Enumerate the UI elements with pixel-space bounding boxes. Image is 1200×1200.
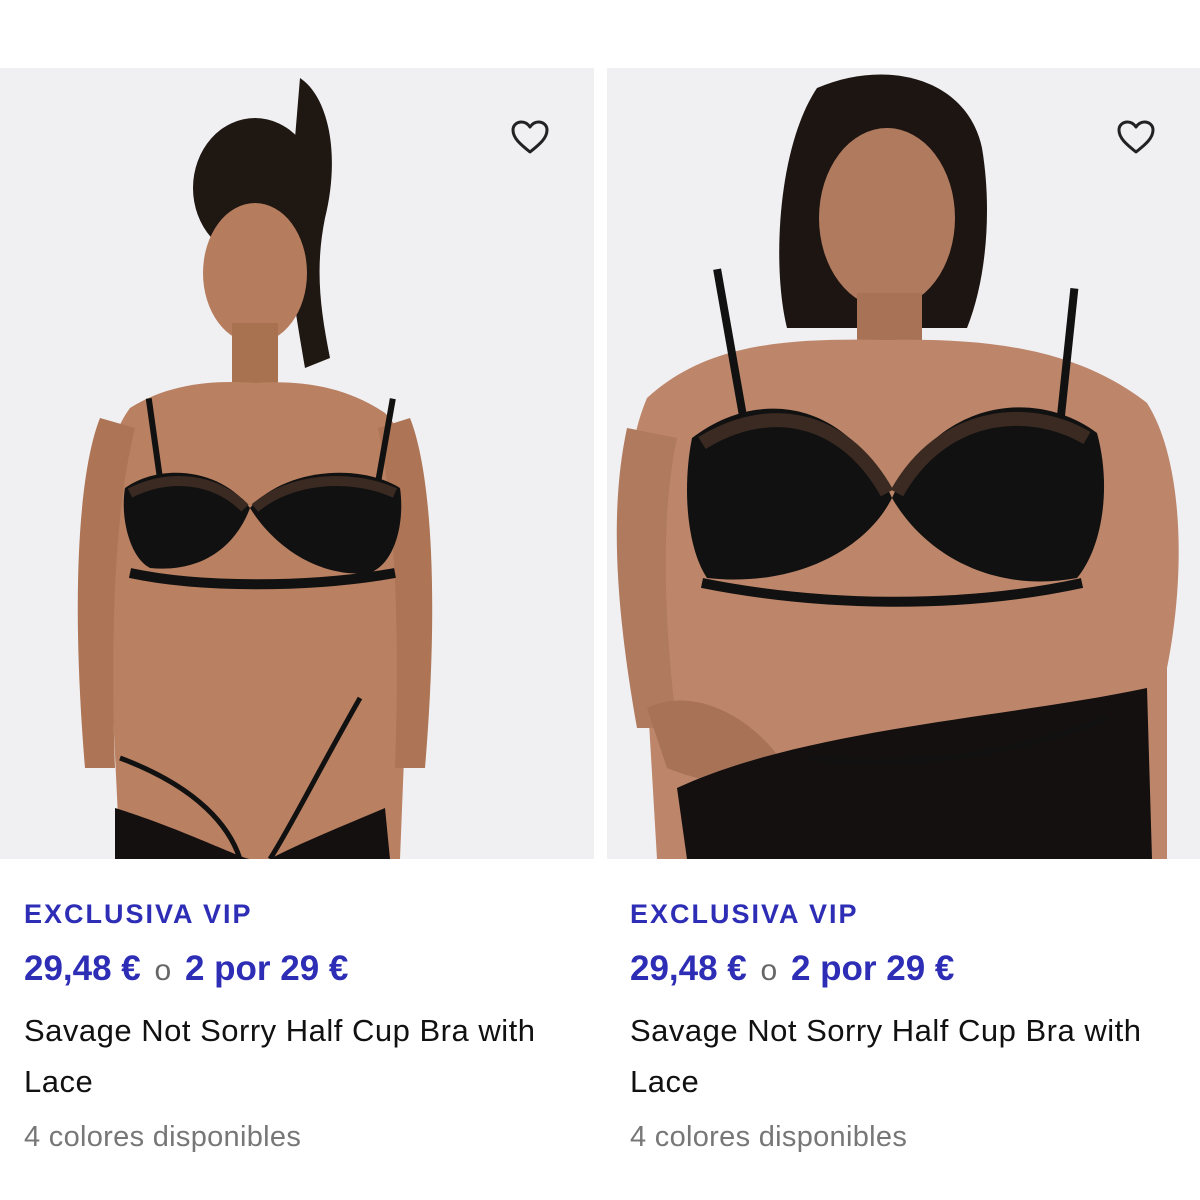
product-image[interactable]	[607, 68, 1200, 859]
product-card[interactable]: EXCLUSIVA VIP 29,48 € o 2 por 29 € Savag…	[607, 68, 1200, 1157]
product-grid-page: EXCLUSIVA VIP 29,48 € o 2 por 29 € Savag…	[0, 0, 1200, 1200]
price-separator: o	[154, 954, 172, 987]
product-info: EXCLUSIVA VIP 29,48 € o 2 por 29 € Savag…	[607, 897, 1200, 1157]
promo-price: 2 por 29 €	[184, 949, 349, 988]
price: 29,48 €	[630, 949, 747, 988]
wishlist-heart-icon[interactable]	[1113, 114, 1159, 160]
model-photo	[0, 68, 594, 859]
product-grid: EXCLUSIVA VIP 29,48 € o 2 por 29 € Savag…	[0, 68, 1200, 1157]
available-colors: 4 colores disponibles	[630, 1121, 908, 1153]
price-separator: o	[760, 954, 778, 987]
model-photo	[607, 68, 1200, 859]
price-row: 29,48 € o 2 por 29 €	[630, 949, 1200, 991]
vip-badge: EXCLUSIVA VIP	[630, 899, 859, 929]
available-colors: 4 colores disponibles	[24, 1121, 302, 1153]
price: 29,48 €	[24, 949, 141, 988]
wishlist-heart-icon[interactable]	[507, 114, 553, 160]
product-card[interactable]: EXCLUSIVA VIP 29,48 € o 2 por 29 € Savag…	[0, 68, 594, 1157]
product-info: EXCLUSIVA VIP 29,48 € o 2 por 29 € Savag…	[0, 897, 594, 1157]
product-image[interactable]	[0, 68, 594, 859]
product-title[interactable]: Savage Not Sorry Half Cup Bra with Lace	[24, 1005, 584, 1107]
price-row: 29,48 € o 2 por 29 €	[24, 949, 594, 991]
product-title[interactable]: Savage Not Sorry Half Cup Bra with Lace	[630, 1005, 1190, 1107]
vip-badge: EXCLUSIVA VIP	[24, 899, 253, 929]
promo-price: 2 por 29 €	[790, 949, 955, 988]
